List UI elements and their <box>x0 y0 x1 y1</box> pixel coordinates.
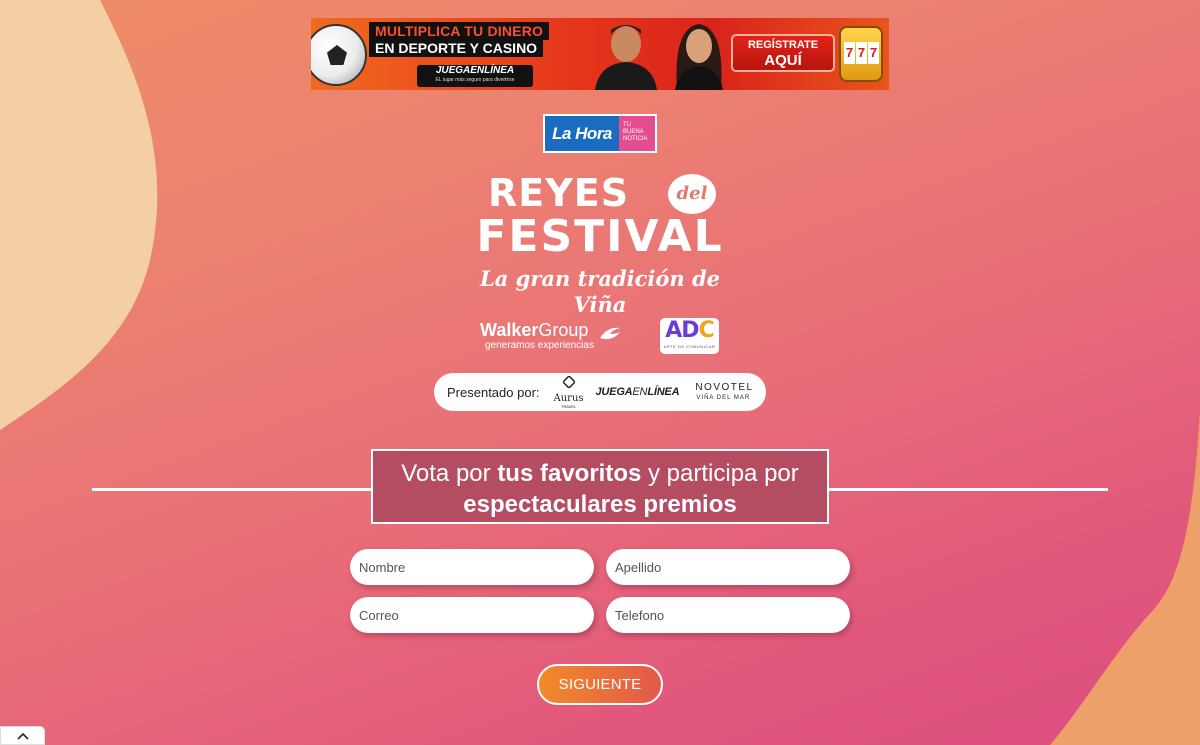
divider-left <box>92 488 372 491</box>
headline-part2: tus favoritos <box>497 460 642 487</box>
background-blob-left <box>0 0 158 430</box>
divider-right <box>828 488 1108 491</box>
headline-part3: y participa por <box>641 460 799 487</box>
presented-by-bar: Presentado por: Aurus TRAVEL JUEGAENLÍNE… <box>434 373 766 411</box>
walker-group-logo: WalkerGroup generamos experiencias <box>480 320 625 354</box>
novotel-sub: VIÑA DEL MAR <box>696 395 751 401</box>
presented-by-label: Presentado por: <box>447 384 540 400</box>
banner-man-image <box>595 25 657 90</box>
banner-subheadline: EN DEPORTE Y CASINO <box>369 39 544 57</box>
logo-word-del: del <box>668 174 716 214</box>
slot-symbol: 7 <box>856 42 867 64</box>
apellido-input[interactable] <box>606 549 850 585</box>
logo-tagline: La gran tradición de Viña <box>479 266 721 317</box>
register-cta-button[interactable]: REGÍSTRATE AQUÍ <box>731 34 835 72</box>
correo-input[interactable] <box>350 597 594 633</box>
walker-bold: Walker <box>480 320 539 340</box>
novotel-name: NOVOTEL <box>695 382 754 393</box>
scroll-top-button[interactable] <box>0 726 45 745</box>
headline-box: Vota por tus favoritos y participa por e… <box>371 449 829 524</box>
diamond-icon <box>561 374 576 390</box>
slot-symbol: 7 <box>844 42 855 64</box>
slot-machine-icon: 7 7 7 <box>839 26 883 82</box>
headline-part4: espectaculares premios <box>463 491 737 518</box>
banner-ad[interactable]: MULTIPLICA TU DINERO EN DEPORTE Y CASINO… <box>311 18 889 90</box>
telefono-input[interactable] <box>606 597 850 633</box>
slot-symbol: 7 <box>868 42 879 64</box>
adc-letter-c: C <box>698 318 715 343</box>
aurus-logo: Aurus TRAVEL <box>552 374 586 409</box>
banner-brand-name: JUEGAENLÍNEA <box>435 65 515 76</box>
banner-headline: MULTIPLICA TU DINERO <box>369 22 550 40</box>
juega-en: EN <box>632 386 648 398</box>
headline-line1: Vota por tus favoritos y participa por <box>373 458 827 489</box>
la-hora-name: La Hora <box>545 116 619 151</box>
adc-letters-ad: AD <box>665 318 699 343</box>
juega-bold: JUEGA <box>595 386 633 398</box>
register-cta-line1: REGÍSTRATE <box>747 39 819 51</box>
siguiente-button[interactable]: SIGUIENTE <box>537 664 663 705</box>
logo-word-reyes: REYES <box>488 171 630 215</box>
juega-en-linea-logo: JUEGAENLÍNEA <box>596 386 680 398</box>
la-hora-tagline-2: BUENA <box>623 129 644 135</box>
register-cta-line2: AQUÍ <box>764 52 802 69</box>
soccer-ball-icon <box>311 24 367 86</box>
nombre-input[interactable] <box>350 549 594 585</box>
la-hora-logo[interactable]: La Hora TU BUENA NOTICIA <box>543 114 657 153</box>
juega-linea: LÍNEA <box>647 386 680 398</box>
reyes-del-festival-logo: REYES del FESTIVAL La gran tradición de … <box>450 171 750 317</box>
chevron-up-icon <box>16 732 29 740</box>
la-hora-tagline: TU BUENA NOTICIA <box>619 116 655 151</box>
aurus-sub: TRAVEL <box>560 404 577 409</box>
background-blob-right <box>1050 410 1200 745</box>
walker-regular: Group <box>538 320 589 340</box>
banner-brand-logo: JUEGAENLÍNEA EL lugar más seguro para di… <box>417 65 533 87</box>
headline-line2: espectaculares premios <box>373 489 827 520</box>
la-hora-tagline-3: NOTICIA <box>623 136 648 142</box>
aurus-name: Aurus <box>553 393 584 404</box>
novotel-logo: NOVOTEL VIÑA DEL MAR <box>695 382 754 402</box>
bird-icon <box>600 327 620 340</box>
banner-brand-tagline: EL lugar más seguro para divertirse <box>435 77 515 83</box>
logo-word-festival: FESTIVAL <box>476 211 724 262</box>
banner-woman-image <box>675 24 723 90</box>
adc-logo: ADC ARTE DE COMUNICAR <box>660 318 719 354</box>
la-hora-tagline-1: TU <box>623 122 631 128</box>
headline-part1: Vota por <box>401 460 498 487</box>
adc-subtitle: ARTE DE COMUNICAR <box>663 344 716 349</box>
